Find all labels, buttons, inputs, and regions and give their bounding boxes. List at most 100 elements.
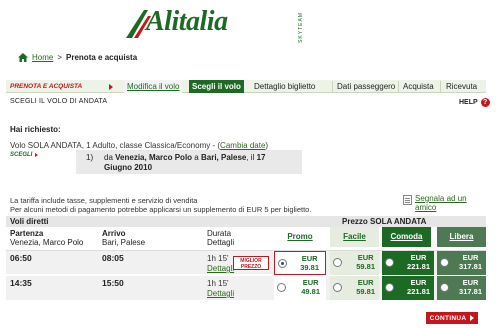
- help-label: HELP: [459, 99, 478, 106]
- continua-button[interactable]: CONTINUA: [426, 312, 478, 324]
- fare-cell-facile[interactable]: EUR 59.81: [330, 276, 379, 300]
- fare-radio[interactable]: [440, 283, 449, 292]
- tariffa-note-line1: La tariffa include tasse, supplementi e …: [10, 196, 198, 205]
- breadcrumb: Home > Prenota e acquista: [18, 51, 137, 63]
- fare-price: EUR 49.81: [301, 278, 320, 296]
- scegli-text: SCEGLI: [10, 152, 33, 158]
- breadcrumb-home-link[interactable]: Home: [32, 53, 53, 62]
- route-from: Venezia, Marco Polo: [115, 153, 193, 162]
- dettagli-link[interactable]: Dettagli: [207, 264, 234, 274]
- home-icon[interactable]: [18, 52, 28, 62]
- route-number: 1): [86, 153, 94, 162]
- alitalia-logo[interactable]: Alitalia SKYTEAM: [124, 4, 320, 44]
- help-button[interactable]: HELP ?: [459, 98, 490, 107]
- flight-duration: 1h 15' Dettagli: [207, 254, 234, 274]
- route-box: 1) da Venezia, Marco Polo a Bari, Palese…: [76, 150, 302, 174]
- step-acquista: Acquista: [403, 82, 434, 91]
- currency: EUR: [410, 253, 427, 262]
- tariffa-note: La tariffa include tasse, supplementi e …: [10, 196, 311, 214]
- currency: EUR: [357, 253, 374, 262]
- segnala-amico-link[interactable]: Segnala ad un amico: [415, 194, 485, 212]
- section-title: SCEGLI IL VOLO DI ANDATA: [10, 98, 108, 105]
- arrow-right-icon: [470, 315, 475, 321]
- step-dati-passeggero: Dati passeggero: [337, 82, 396, 91]
- request-summary-text: Volo SOLA ANDATA, 1 Adulto, classe Class…: [10, 141, 216, 150]
- departure-time: 06:50: [10, 253, 32, 263]
- currency: EUR: [301, 254, 318, 263]
- table-header-bar: Voli diretti Prezzo SOLA ANDATA: [6, 216, 486, 227]
- fare-cell-facile[interactable]: EUR 59.81: [330, 251, 379, 275]
- fare-tab-facile[interactable]: Facile: [330, 227, 379, 247]
- arrival-time: 08:05: [102, 253, 124, 263]
- step-modifica-il-volo[interactable]: Modifica il volo: [124, 80, 183, 93]
- amount: 59.81: [356, 262, 375, 271]
- arrival-time: 15:50: [102, 278, 124, 288]
- fare-cell-comoda[interactable]: EUR 221.81: [382, 251, 434, 275]
- step-divider: [440, 81, 441, 92]
- fare-cell-libera[interactable]: EUR 317.81: [437, 276, 486, 300]
- miglior-prezzo-badge: MIGLIOR PREZZO: [233, 256, 269, 270]
- scegli-arrow-icon: [35, 153, 39, 157]
- fare-price: EUR 59.81: [356, 253, 375, 271]
- currency: EUR: [462, 278, 479, 287]
- request-summary: Volo SOLA ANDATA, 1 Adulto, classe Class…: [10, 141, 268, 150]
- fare-price: EUR 317.81: [459, 253, 482, 271]
- col-partenza: Partenza: [10, 229, 44, 238]
- voli-diretti-header: Voli diretti: [10, 217, 49, 226]
- request-title: Hai richiesto:: [10, 125, 61, 134]
- currency: EUR: [462, 253, 479, 262]
- fare-price: EUR 39.81: [300, 254, 319, 272]
- breadcrumb-current: Prenota e acquista: [66, 52, 138, 62]
- route-il: , il: [246, 153, 255, 162]
- breadcrumb-separator: >: [57, 52, 63, 62]
- alitalia-wordmark: Alitalia: [146, 6, 228, 37]
- fare-cell-comoda[interactable]: EUR 221.81: [382, 276, 434, 300]
- fare-tab-comoda[interactable]: Comoda: [382, 227, 431, 247]
- scegli-label: SCEGLI: [10, 152, 39, 158]
- fare-cell-promo[interactable]: EUR 49.81: [274, 276, 326, 300]
- fare-radio[interactable]: [333, 258, 342, 267]
- prenota-e-acquista-label: PRENOTA E ACQUISTA: [10, 83, 83, 90]
- duration-value: 1h 15': [207, 254, 229, 263]
- fare-radio[interactable]: [277, 283, 286, 292]
- fare-radio[interactable]: [385, 258, 394, 267]
- route-da: da: [104, 153, 113, 162]
- amount: 39.81: [300, 263, 319, 272]
- segnala-amico[interactable]: Segnala ad un amico: [403, 194, 485, 212]
- currency: EUR: [410, 278, 427, 287]
- fare-radio[interactable]: [278, 259, 287, 268]
- tariffa-note-line2: Per alcuni metodi di pagamento potrebbe …: [10, 205, 312, 214]
- fare-cell-promo[interactable]: EUR 39.81: [274, 251, 326, 275]
- fare-radio[interactable]: [440, 258, 449, 267]
- amount: 221.81: [407, 287, 430, 296]
- col-partenza-city: Venezia, Marco Polo: [10, 238, 84, 247]
- request-paren-close: ): [265, 141, 269, 150]
- fare-radio[interactable]: [385, 283, 394, 292]
- amount: 317.81: [459, 262, 482, 271]
- col-arrivo: Arrivo: [102, 229, 126, 238]
- step-divider: [332, 81, 333, 92]
- fare-tab-libera[interactable]: Libera: [437, 227, 486, 247]
- step-ricevuta: Ricevuta: [446, 82, 478, 91]
- flight-duration: 1h 15' Dettagli: [207, 279, 234, 299]
- amount: 221.81: [407, 262, 430, 271]
- flight-row: 14:35 15:50 1h 15' Dettagli EUR 49.81 EUR…: [6, 276, 486, 300]
- fare-cell-libera[interactable]: EUR 317.81: [437, 251, 486, 275]
- step-scegli-il-volo: Scegli il volo: [189, 80, 244, 93]
- fare-radio[interactable]: [333, 283, 342, 292]
- step-dettaglio-biglietto: Dettaglio biglietto: [254, 82, 316, 91]
- prezzo-header: Prezzo SOLA ANDATA: [342, 217, 427, 226]
- currency: EUR: [357, 278, 374, 287]
- col-durata: Durata: [207, 229, 232, 238]
- fare-price: EUR 221.81: [407, 278, 430, 296]
- document-icon: [403, 195, 412, 205]
- fare-tab-promo[interactable]: Promo: [274, 227, 326, 247]
- booking-step-bar: PRENOTA E ACQUISTA Modifica il volo Sceg…: [6, 80, 486, 93]
- fare-price: EUR 221.81: [407, 253, 430, 271]
- cambia-date-link[interactable]: Cambia date: [220, 141, 265, 150]
- step-arrow-icon: [109, 84, 113, 90]
- dettagli-link[interactable]: Dettagli: [207, 289, 234, 299]
- departure-time: 14:35: [10, 278, 32, 288]
- help-icon: ?: [480, 98, 490, 107]
- currency: EUR: [302, 278, 319, 287]
